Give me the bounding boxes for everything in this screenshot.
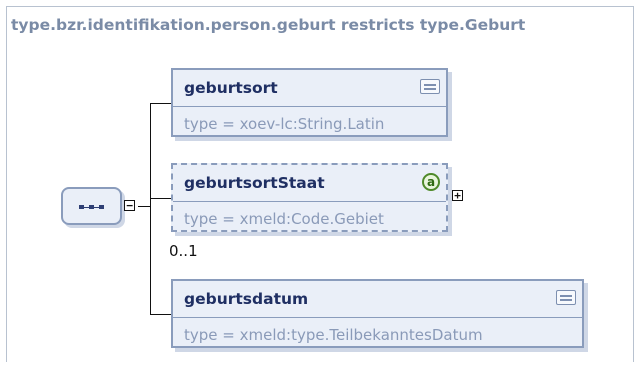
element-type: type = xmeld:type.TeilbekanntesDatum: [184, 326, 483, 344]
sequence-compositor-icon: [79, 205, 104, 209]
documentation-icon: [420, 79, 440, 94]
occurrence-label: 0..1: [169, 242, 198, 260]
expand-geburtsortstaat-button[interactable]: +: [452, 190, 463, 201]
connector-branch-geburtsortstaat: [150, 198, 171, 199]
connector-branch-geburtsort: [150, 103, 171, 104]
element-divider: [173, 317, 582, 318]
element-divider: [173, 106, 446, 107]
element-name: geburtsdatum: [184, 290, 309, 308]
element-geburtsortstaat[interactable]: geburtsortStaat a type = xmeld:Code.Gebi…: [171, 163, 448, 232]
element-geburtsdatum[interactable]: geburtsdatum type = xmeld:type.Teilbekan…: [171, 279, 584, 348]
element-type: type = xoev-lc:String.Latin: [184, 115, 385, 133]
element-type: type = xmeld:Code.Gebiet: [184, 210, 384, 228]
sequence-compositor[interactable]: [61, 187, 122, 225]
connector-seq-to-bracket: [138, 206, 150, 207]
diagram-title: type.bzr.identifikation.person.geburt re…: [11, 16, 526, 34]
documentation-icon: [556, 290, 576, 305]
connector-bracket-vertical: [150, 103, 151, 315]
element-geburtsort[interactable]: geburtsort type = xoev-lc:String.Latin: [171, 68, 448, 137]
element-divider: [173, 201, 446, 202]
connector-branch-geburtsdatum: [150, 314, 171, 315]
attribute-icon: a: [422, 173, 440, 191]
element-name: geburtsort: [184, 79, 278, 97]
element-name: geburtsortStaat: [184, 174, 325, 192]
collapse-sequence-button[interactable]: −: [124, 200, 135, 211]
